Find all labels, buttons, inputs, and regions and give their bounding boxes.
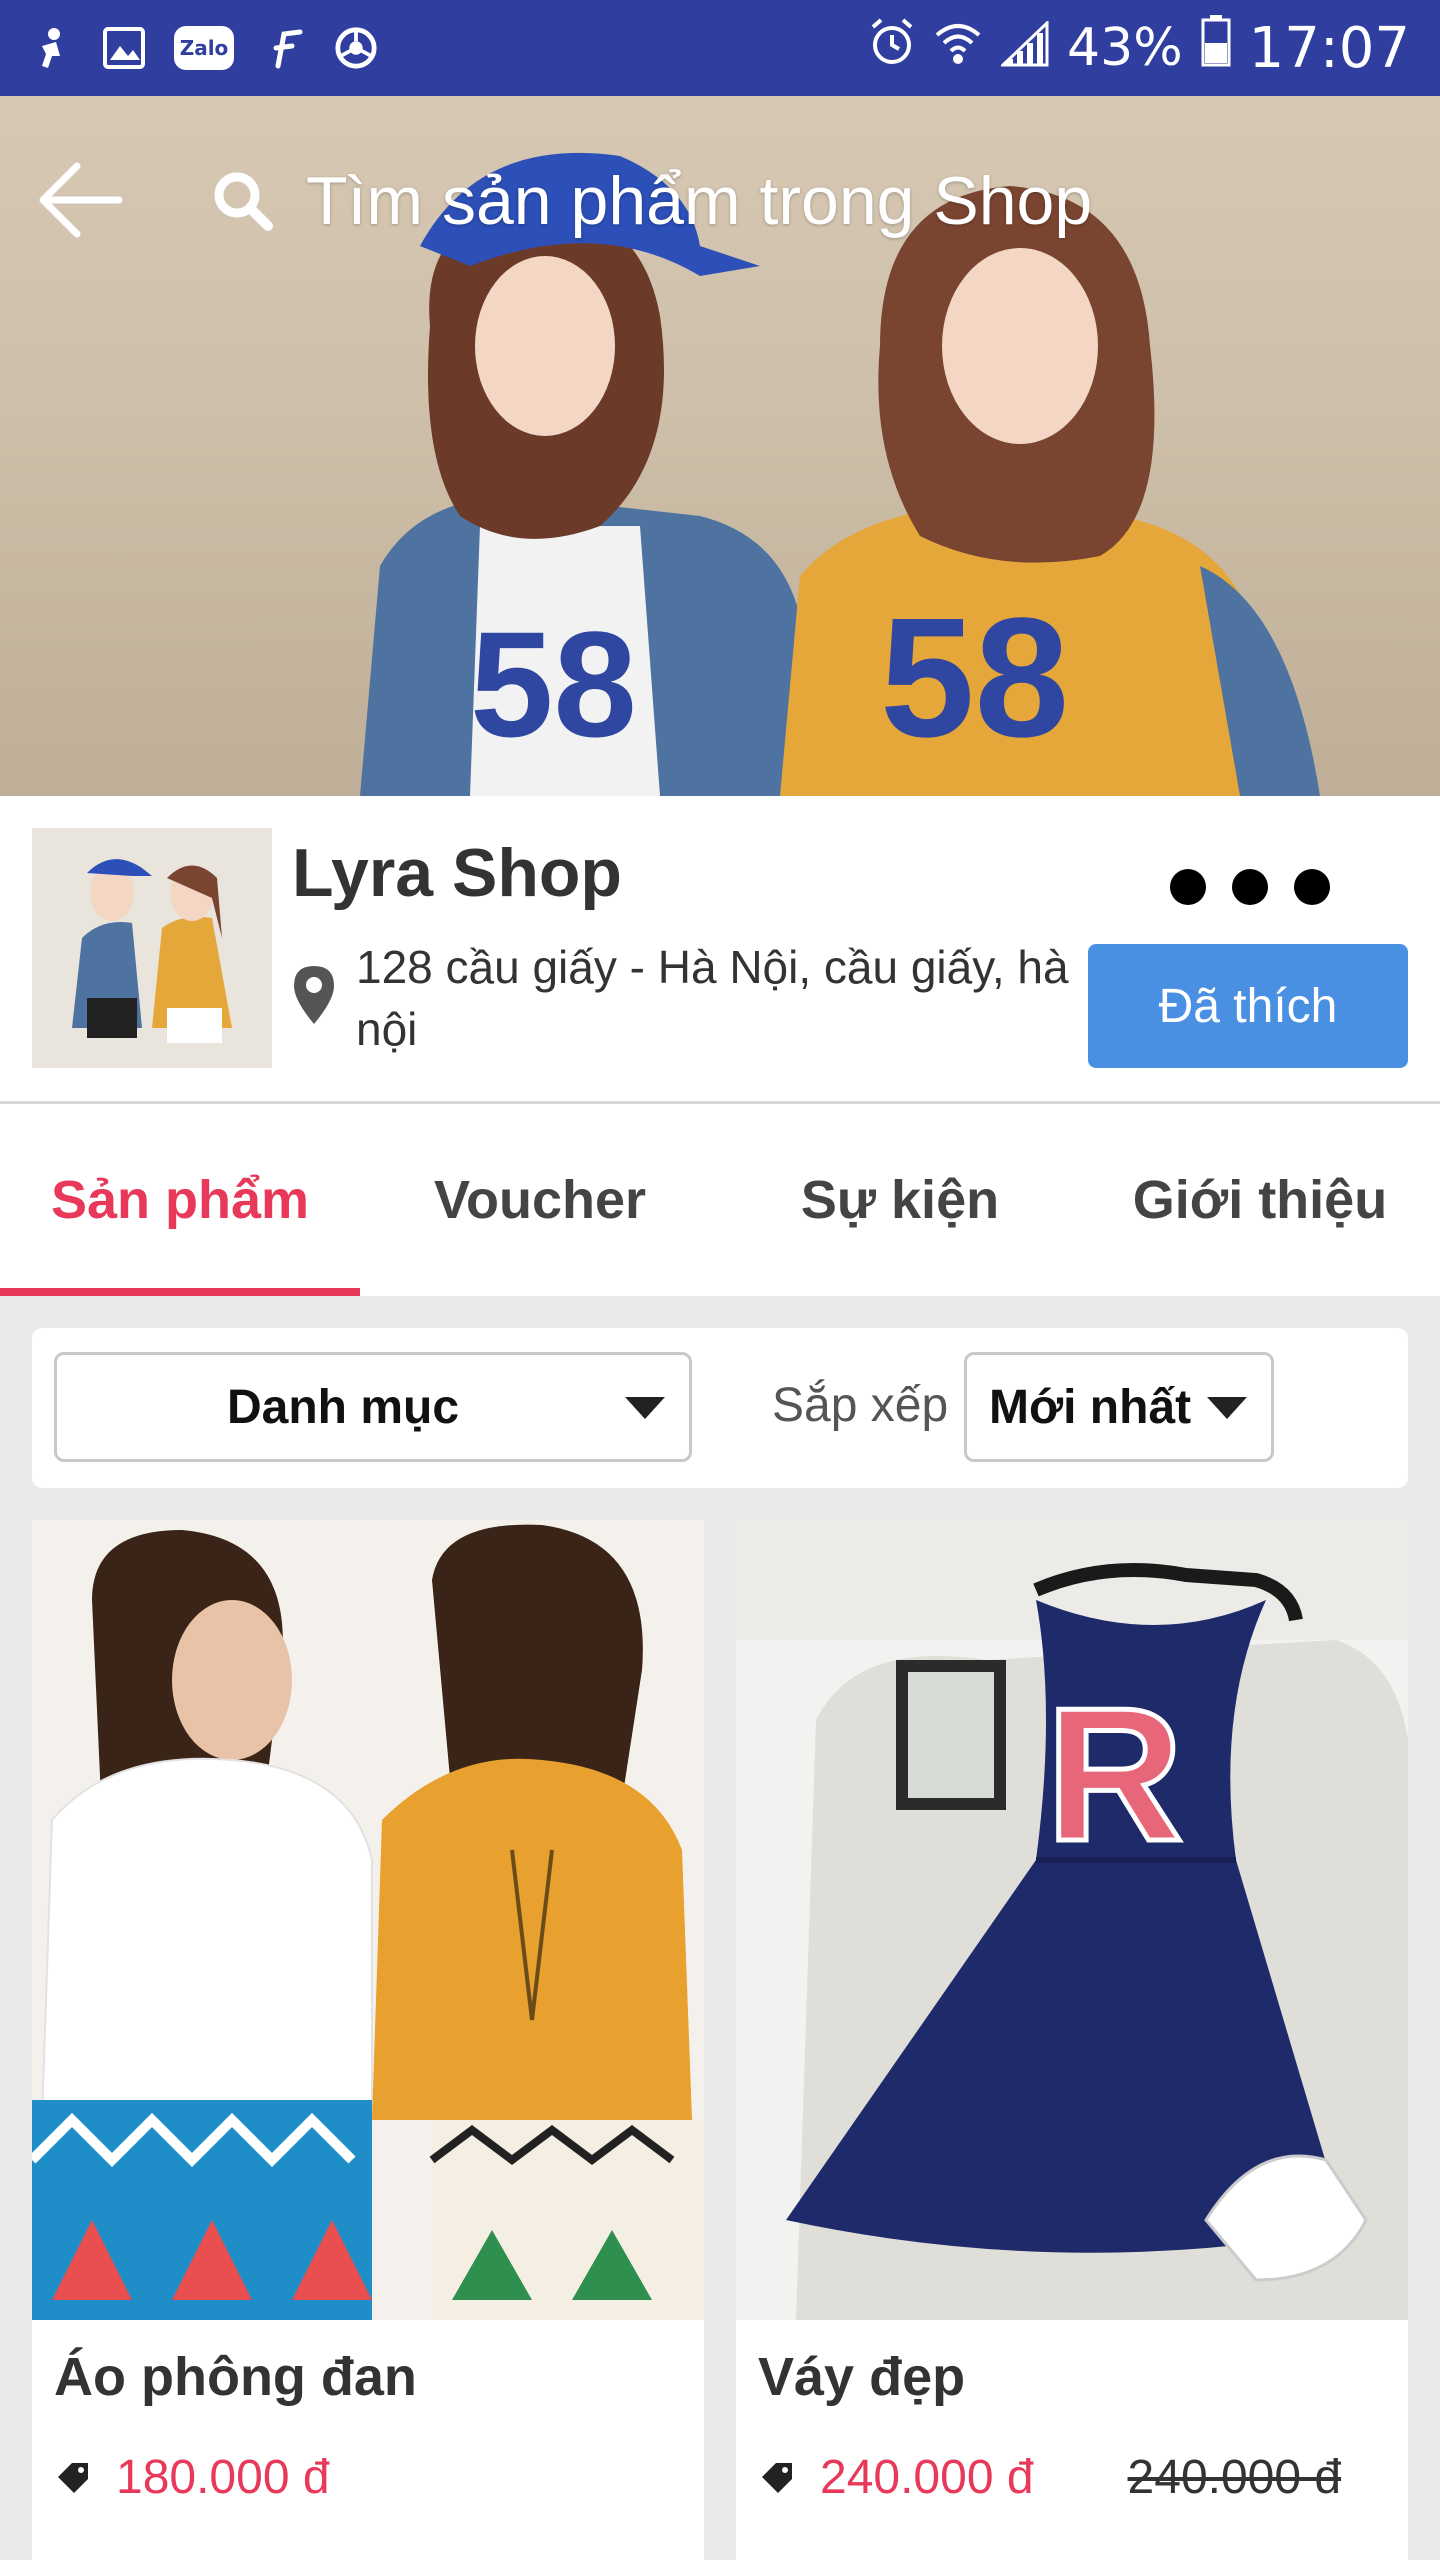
- browser-icon: [334, 26, 378, 70]
- shop-address-text: 128 cầu giấy - Hà Nội, cầu giấy, hà nội: [356, 941, 1069, 1055]
- caret-down-icon: [1207, 1397, 1247, 1419]
- more-dot-icon: [1294, 869, 1330, 905]
- notification-person-icon: [30, 26, 74, 70]
- jersey-number-left: 58: [470, 600, 637, 768]
- shop-cover-banner: 58 58 Tìm sản phẩm trong Shop: [0, 96, 1440, 796]
- tab-events[interactable]: Sự kiện: [720, 1104, 1080, 1296]
- product-price: 240.000 đ: [820, 2451, 1034, 2504]
- product-old-price: 240.000 đ: [1127, 2451, 1342, 2504]
- price-tag-icon: [58, 2462, 88, 2493]
- shop-search-bar[interactable]: Tìm sản phẩm trong Shop: [210, 156, 1092, 246]
- battery-percent: 43%: [1067, 18, 1183, 78]
- shop-avatar-image: [32, 828, 272, 1068]
- back-button[interactable]: [30, 150, 130, 250]
- category-dropdown-label: Danh mục: [226, 1380, 460, 1434]
- more-dot-icon: [1170, 869, 1206, 905]
- arrow-left-icon: [39, 162, 123, 238]
- caret-down-icon: [625, 1397, 665, 1419]
- search-icon: [214, 172, 273, 231]
- dress-letter-print: R: [1046, 1669, 1183, 1881]
- product-filter-bar: Danh mục Sắp xếp Mới nhất: [32, 1328, 1408, 1488]
- price-tag-icon: [762, 2462, 792, 2493]
- product-card[interactable]: Áo phông đan 180.000 đ: [32, 1520, 704, 2560]
- gallery-icon: [102, 26, 146, 70]
- clock: 17:07: [1248, 15, 1410, 81]
- liked-button[interactable]: Đã thích: [1088, 944, 1408, 1068]
- search-input[interactable]: Tìm sản phẩm trong Shop: [306, 162, 1092, 240]
- zalo-icon: Zalo: [174, 26, 234, 70]
- product-price-row: 240.000 đ 240.000 đ: [758, 2450, 1341, 2505]
- tab-about[interactable]: Giới thiệu: [1080, 1104, 1440, 1296]
- signal-icon: [999, 16, 1049, 81]
- sort-dropdown[interactable]: Mới nhất: [964, 1352, 1274, 1462]
- sort-label: Sắp xếp: [772, 1379, 949, 1432]
- shop-tabs: Sản phẩm Voucher Sự kiện Giới thiệu: [0, 1104, 1440, 1296]
- product-name: Váy đẹp: [758, 2347, 966, 2407]
- shop-info-card: Lyra Shop 128 cầu giấy - Hà Nội, cầu giấ…: [0, 796, 1440, 1104]
- jersey-number-right: 58: [880, 583, 1069, 773]
- status-bar: Zalo 43% 17:07: [0, 0, 1440, 96]
- category-dropdown[interactable]: Danh mục: [54, 1352, 692, 1462]
- product-name: Áo phông đan: [54, 2347, 417, 2407]
- tab-products[interactable]: Sản phẩm: [0, 1104, 360, 1296]
- battery-icon: [1201, 15, 1231, 81]
- product-card[interactable]: R Váy đẹp 240.000 đ 240.000 đ: [736, 1520, 1408, 2560]
- more-dot-icon: [1232, 869, 1268, 905]
- location-pin-icon: [294, 966, 334, 1024]
- product-price-row: 180.000 đ: [54, 2450, 330, 2505]
- more-options-button[interactable]: [1170, 862, 1330, 912]
- shop-address: 128 cầu giấy - Hà Nội, cầu giấy, hà nội: [292, 936, 1072, 1060]
- status-bar-notifications: Zalo: [30, 26, 378, 70]
- shop-avatar[interactable]: [32, 828, 272, 1068]
- product-image: R: [736, 1520, 1408, 2320]
- wifi-icon: [933, 16, 983, 81]
- sort-dropdown-value: Mới nhất: [989, 1380, 1192, 1434]
- status-bar-system: 43% 17:07: [869, 15, 1410, 81]
- f-app-icon: [262, 26, 306, 70]
- shop-name: Lyra Shop: [292, 835, 622, 911]
- product-image: [32, 1520, 704, 2320]
- tab-voucher[interactable]: Voucher: [360, 1104, 720, 1296]
- alarm-icon: [869, 16, 915, 81]
- product-price: 180.000 đ: [116, 2451, 330, 2504]
